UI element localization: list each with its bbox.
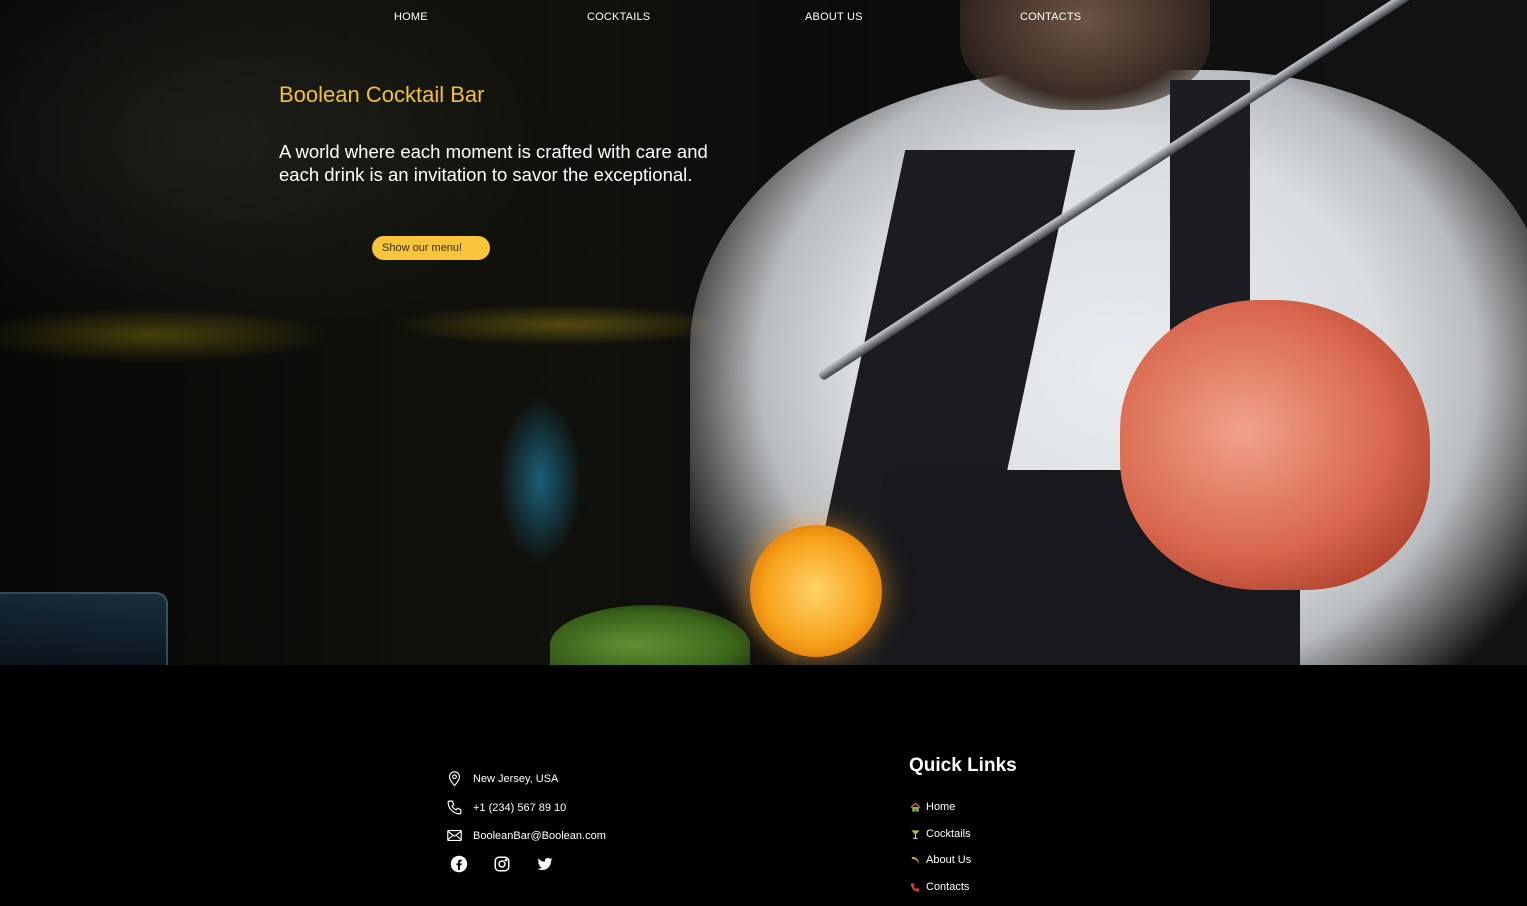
show-menu-button[interactable]: Show our menu! <box>372 236 490 260</box>
quick-link-label: About Us <box>926 854 972 866</box>
twitter-icon[interactable] <box>536 855 554 873</box>
quick-link-cocktails[interactable]: Cocktails <box>910 828 971 840</box>
contact-phone-text: +1 (234) 567 89 10 <box>473 801 567 814</box>
quick-link-label: Contacts <box>926 881 970 893</box>
hero-title: Boolean Cocktail Bar <box>279 82 485 107</box>
contact-location-text: New Jersey, USA <box>473 772 559 785</box>
banana-icon <box>910 855 921 866</box>
envelope-icon <box>447 829 462 842</box>
house-icon <box>910 802 921 813</box>
main-nav: HOME COCKTAILS ABOUT US CONTACTS <box>0 0 1527 34</box>
location-pin-icon <box>448 771 461 787</box>
quick-link-label: Home <box>926 801 956 813</box>
nav-item-home[interactable]: HOME <box>394 11 428 23</box>
contact-email-text: BooleanBar@Boolean.com <box>473 829 606 842</box>
hero-background-hand <box>1120 300 1430 590</box>
hero-background-orange-slice <box>750 525 882 657</box>
phone-icon <box>447 800 462 815</box>
instagram-icon[interactable] <box>493 855 511 873</box>
footer: New Jersey, USA +1 (234) 567 89 10 Boole… <box>0 665 1527 906</box>
quick-link-label: Cocktails <box>926 828 971 840</box>
facebook-icon[interactable] <box>450 855 468 873</box>
cocktail-glass-icon <box>910 829 921 840</box>
quick-link-contacts[interactable]: Contacts <box>910 881 969 893</box>
quick-link-home[interactable]: Home <box>910 801 955 813</box>
nav-item-about-us[interactable]: ABOUT US <box>805 11 863 23</box>
social-links <box>450 855 554 873</box>
telephone-receiver-icon <box>910 882 921 893</box>
quick-link-about-us[interactable]: About Us <box>910 854 971 866</box>
hero-subtitle: A world where each moment is crafted wit… <box>279 141 708 185</box>
nav-item-contacts[interactable]: CONTACTS <box>1020 11 1081 23</box>
contact-location: New Jersey, USA <box>446 770 558 787</box>
hero-section: HOME COCKTAILS ABOUT US CONTACTS Boolean… <box>0 0 1527 665</box>
nav-item-cocktails[interactable]: COCKTAILS <box>587 11 650 23</box>
contact-phone: +1 (234) 567 89 10 <box>446 799 566 816</box>
quick-links-title: Quick Links <box>909 755 1017 776</box>
contact-email: BooleanBar@Boolean.com <box>446 827 606 844</box>
